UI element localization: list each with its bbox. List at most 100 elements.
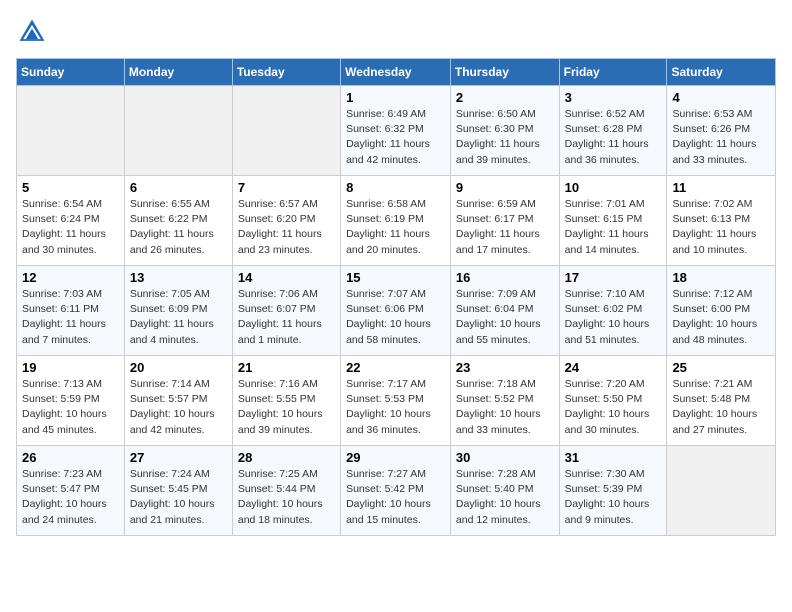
day-info: Sunrise: 6:58 AMSunset: 6:19 PMDaylight:… bbox=[346, 197, 445, 258]
day-number: 25 bbox=[672, 360, 770, 375]
day-info: Sunrise: 7:07 AMSunset: 6:06 PMDaylight:… bbox=[346, 287, 445, 348]
calendar-cell bbox=[124, 86, 232, 176]
day-number: 19 bbox=[22, 360, 119, 375]
calendar-week-3: 12 Sunrise: 7:03 AMSunset: 6:11 PMDayligh… bbox=[17, 266, 776, 356]
day-number: 2 bbox=[456, 90, 554, 105]
calendar-cell: 17 Sunrise: 7:10 AMSunset: 6:02 PMDayligh… bbox=[559, 266, 667, 356]
day-info: Sunrise: 7:18 AMSunset: 5:52 PMDaylight:… bbox=[456, 377, 554, 438]
day-info: Sunrise: 7:05 AMSunset: 6:09 PMDaylight:… bbox=[130, 287, 227, 348]
day-number: 18 bbox=[672, 270, 770, 285]
day-number: 14 bbox=[238, 270, 335, 285]
day-info: Sunrise: 6:55 AMSunset: 6:22 PMDaylight:… bbox=[130, 197, 227, 258]
day-info: Sunrise: 6:49 AMSunset: 6:32 PMDaylight:… bbox=[346, 107, 445, 168]
calendar-cell: 21 Sunrise: 7:16 AMSunset: 5:55 PMDayligh… bbox=[232, 356, 340, 446]
day-info: Sunrise: 6:57 AMSunset: 6:20 PMDaylight:… bbox=[238, 197, 335, 258]
day-number: 28 bbox=[238, 450, 335, 465]
day-info: Sunrise: 7:25 AMSunset: 5:44 PMDaylight:… bbox=[238, 467, 335, 528]
calendar-cell: 5 Sunrise: 6:54 AMSunset: 6:24 PMDaylight… bbox=[17, 176, 125, 266]
calendar-cell: 7 Sunrise: 6:57 AMSunset: 6:20 PMDaylight… bbox=[232, 176, 340, 266]
calendar-week-4: 19 Sunrise: 7:13 AMSunset: 5:59 PMDayligh… bbox=[17, 356, 776, 446]
weekday-header-saturday: Saturday bbox=[667, 59, 776, 86]
day-number: 4 bbox=[672, 90, 770, 105]
calendar-cell: 26 Sunrise: 7:23 AMSunset: 5:47 PMDayligh… bbox=[17, 446, 125, 536]
calendar-cell: 29Sunrise: 7:27 AMSunset: 5:42 PMDayligh… bbox=[341, 446, 451, 536]
calendar-cell bbox=[667, 446, 776, 536]
day-number: 15 bbox=[346, 270, 445, 285]
calendar-cell: 6 Sunrise: 6:55 AMSunset: 6:22 PMDaylight… bbox=[124, 176, 232, 266]
calendar-cell: 12 Sunrise: 7:03 AMSunset: 6:11 PMDayligh… bbox=[17, 266, 125, 356]
day-number: 21 bbox=[238, 360, 335, 375]
calendar-table: SundayMondayTuesdayWednesdayThursdayFrid… bbox=[16, 58, 776, 536]
day-number: 27 bbox=[130, 450, 227, 465]
day-number: 17 bbox=[565, 270, 662, 285]
day-info: Sunrise: 7:23 AMSunset: 5:47 PMDaylight:… bbox=[22, 467, 119, 528]
day-info: Sunrise: 6:59 AMSunset: 6:17 PMDaylight:… bbox=[456, 197, 554, 258]
day-number: 22 bbox=[346, 360, 445, 375]
calendar-cell: 31Sunrise: 7:30 AMSunset: 5:39 PMDayligh… bbox=[559, 446, 667, 536]
day-number: 8 bbox=[346, 180, 445, 195]
day-number: 13 bbox=[130, 270, 227, 285]
weekday-header-friday: Friday bbox=[559, 59, 667, 86]
day-info: Sunrise: 7:16 AMSunset: 5:55 PMDaylight:… bbox=[238, 377, 335, 438]
calendar-cell: 24 Sunrise: 7:20 AMSunset: 5:50 PMDayligh… bbox=[559, 356, 667, 446]
calendar-cell: 23 Sunrise: 7:18 AMSunset: 5:52 PMDayligh… bbox=[450, 356, 559, 446]
day-number: 3 bbox=[565, 90, 662, 105]
day-number: 16 bbox=[456, 270, 554, 285]
calendar-cell: 13 Sunrise: 7:05 AMSunset: 6:09 PMDayligh… bbox=[124, 266, 232, 356]
calendar-cell: 14Sunrise: 7:06 AMSunset: 6:07 PMDayligh… bbox=[232, 266, 340, 356]
day-number: 30 bbox=[456, 450, 554, 465]
calendar-cell: 20 Sunrise: 7:14 AMSunset: 5:57 PMDayligh… bbox=[124, 356, 232, 446]
day-number: 23 bbox=[456, 360, 554, 375]
page-header bbox=[16, 16, 776, 48]
day-number: 12 bbox=[22, 270, 119, 285]
calendar-cell: 27 Sunrise: 7:24 AMSunset: 5:45 PMDayligh… bbox=[124, 446, 232, 536]
weekday-header-monday: Monday bbox=[124, 59, 232, 86]
day-info: Sunrise: 6:52 AMSunset: 6:28 PMDaylight:… bbox=[565, 107, 662, 168]
calendar-cell bbox=[17, 86, 125, 176]
day-info: Sunrise: 7:20 AMSunset: 5:50 PMDaylight:… bbox=[565, 377, 662, 438]
calendar-cell: 18 Sunrise: 7:12 AMSunset: 6:00 PMDayligh… bbox=[667, 266, 776, 356]
weekday-header-thursday: Thursday bbox=[450, 59, 559, 86]
day-number: 5 bbox=[22, 180, 119, 195]
calendar-cell: 1Sunrise: 6:49 AMSunset: 6:32 PMDaylight… bbox=[341, 86, 451, 176]
day-info: Sunrise: 7:21 AMSunset: 5:48 PMDaylight:… bbox=[672, 377, 770, 438]
calendar-cell: 8 Sunrise: 6:58 AMSunset: 6:19 PMDaylight… bbox=[341, 176, 451, 266]
day-info: Sunrise: 7:30 AMSunset: 5:39 PMDaylight:… bbox=[565, 467, 662, 528]
day-number: 10 bbox=[565, 180, 662, 195]
calendar-body: 1Sunrise: 6:49 AMSunset: 6:32 PMDaylight… bbox=[17, 86, 776, 536]
logo bbox=[16, 16, 52, 48]
day-info: Sunrise: 7:13 AMSunset: 5:59 PMDaylight:… bbox=[22, 377, 119, 438]
day-number: 9 bbox=[456, 180, 554, 195]
calendar-header: SundayMondayTuesdayWednesdayThursdayFrid… bbox=[17, 59, 776, 86]
day-info: Sunrise: 7:10 AMSunset: 6:02 PMDaylight:… bbox=[565, 287, 662, 348]
calendar-cell bbox=[232, 86, 340, 176]
weekday-header-sunday: Sunday bbox=[17, 59, 125, 86]
day-number: 26 bbox=[22, 450, 119, 465]
day-number: 29 bbox=[346, 450, 445, 465]
day-info: Sunrise: 7:24 AMSunset: 5:45 PMDaylight:… bbox=[130, 467, 227, 528]
day-info: Sunrise: 7:01 AMSunset: 6:15 PMDaylight:… bbox=[565, 197, 662, 258]
day-info: Sunrise: 6:53 AMSunset: 6:26 PMDaylight:… bbox=[672, 107, 770, 168]
calendar-cell: 22Sunrise: 7:17 AMSunset: 5:53 PMDayligh… bbox=[341, 356, 451, 446]
day-info: Sunrise: 6:54 AMSunset: 6:24 PMDaylight:… bbox=[22, 197, 119, 258]
day-number: 20 bbox=[130, 360, 227, 375]
day-info: Sunrise: 7:14 AMSunset: 5:57 PMDaylight:… bbox=[130, 377, 227, 438]
weekday-header-wednesday: Wednesday bbox=[341, 59, 451, 86]
day-info: Sunrise: 6:50 AMSunset: 6:30 PMDaylight:… bbox=[456, 107, 554, 168]
day-info: Sunrise: 7:28 AMSunset: 5:40 PMDaylight:… bbox=[456, 467, 554, 528]
day-number: 6 bbox=[130, 180, 227, 195]
day-info: Sunrise: 7:03 AMSunset: 6:11 PMDaylight:… bbox=[22, 287, 119, 348]
day-number: 11 bbox=[672, 180, 770, 195]
calendar-cell: 19 Sunrise: 7:13 AMSunset: 5:59 PMDayligh… bbox=[17, 356, 125, 446]
day-number: 24 bbox=[565, 360, 662, 375]
calendar-cell: 25 Sunrise: 7:21 AMSunset: 5:48 PMDayligh… bbox=[667, 356, 776, 446]
calendar-week-1: 1Sunrise: 6:49 AMSunset: 6:32 PMDaylight… bbox=[17, 86, 776, 176]
day-info: Sunrise: 7:09 AMSunset: 6:04 PMDaylight:… bbox=[456, 287, 554, 348]
weekday-row: SundayMondayTuesdayWednesdayThursdayFrid… bbox=[17, 59, 776, 86]
calendar-cell: 28 Sunrise: 7:25 AMSunset: 5:44 PMDayligh… bbox=[232, 446, 340, 536]
day-info: Sunrise: 7:12 AMSunset: 6:00 PMDaylight:… bbox=[672, 287, 770, 348]
calendar-week-5: 26 Sunrise: 7:23 AMSunset: 5:47 PMDayligh… bbox=[17, 446, 776, 536]
day-number: 7 bbox=[238, 180, 335, 195]
calendar-cell: 30 Sunrise: 7:28 AMSunset: 5:40 PMDayligh… bbox=[450, 446, 559, 536]
calendar-week-2: 5 Sunrise: 6:54 AMSunset: 6:24 PMDaylight… bbox=[17, 176, 776, 266]
